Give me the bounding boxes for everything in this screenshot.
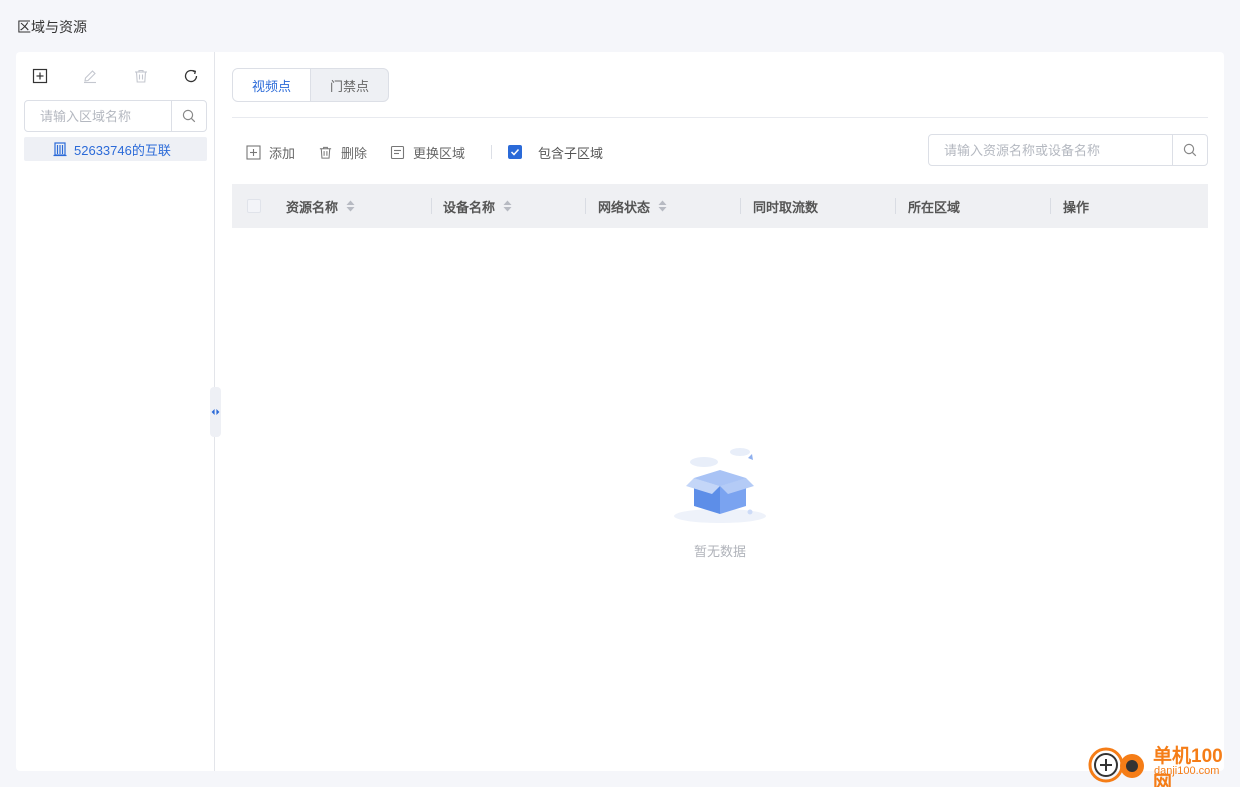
watermark-title: 单机100网 bbox=[1153, 746, 1223, 787]
sort-icon[interactable] bbox=[658, 200, 667, 212]
delete-area-button[interactable] bbox=[131, 66, 151, 86]
tabs-divider bbox=[232, 117, 1208, 118]
add-area-button[interactable] bbox=[30, 66, 50, 86]
delete-button-label: 删除 bbox=[341, 145, 368, 161]
add-button-label: 添加 bbox=[269, 145, 296, 161]
tab-access-points[interactable]: 门禁点 bbox=[311, 69, 388, 101]
check-icon bbox=[511, 148, 520, 156]
include-subarea-label: 包含子区域 bbox=[538, 145, 604, 161]
empty-box-icon bbox=[674, 448, 766, 523]
resource-search-button[interactable] bbox=[1172, 135, 1207, 165]
resource-panel: 视频点 门禁点 添加 删除 更换区域 包含子区域 请输入资源名称或设备名称 资源… bbox=[216, 52, 1224, 771]
column-header-area: 所在区域 bbox=[908, 184, 960, 228]
change-area-button[interactable]: 更换区域 bbox=[389, 143, 465, 162]
resource-tabs: 视频点 门禁点 bbox=[232, 68, 390, 102]
main-card: 52633746的互联 视频点 门禁点 添加 bbox=[16, 52, 1224, 771]
select-all-checkbox[interactable] bbox=[247, 199, 261, 213]
action-bar: 添加 删除 更换区域 包含子区域 bbox=[245, 142, 603, 162]
column-header-device-name[interactable]: 设备名称 bbox=[443, 184, 512, 228]
column-label: 资源名称 bbox=[286, 199, 339, 215]
add-button[interactable]: 添加 bbox=[245, 143, 295, 162]
action-divider bbox=[491, 145, 493, 159]
change-area-label: 更换区域 bbox=[413, 145, 466, 161]
trash-icon bbox=[135, 69, 147, 83]
column-separator bbox=[585, 198, 586, 214]
empty-state: 暂无数据 bbox=[670, 436, 770, 560]
tab-video-points[interactable]: 视频点 bbox=[233, 69, 312, 101]
include-subarea-checkbox[interactable] bbox=[508, 145, 523, 159]
area-search-box bbox=[24, 100, 207, 132]
tree-node-root[interactable]: 52633746的互联 bbox=[24, 137, 207, 161]
delete-button[interactable]: 删除 bbox=[317, 143, 367, 162]
tree-node-label: 52633746的互联 bbox=[74, 142, 171, 158]
area-tree-panel: 52633746的互联 bbox=[16, 52, 215, 771]
column-separator bbox=[1050, 198, 1051, 214]
table-header: 资源名称 设备名称 网络状态 同时取流数 所在区域 操作 bbox=[232, 184, 1208, 228]
trash-icon bbox=[319, 146, 331, 159]
page-title: 区域与资源 bbox=[17, 19, 87, 35]
sort-icon[interactable] bbox=[346, 200, 355, 212]
column-separator bbox=[895, 198, 896, 214]
site-watermark: 单机100网 danji100.com bbox=[1088, 741, 1238, 787]
area-search-button[interactable] bbox=[171, 101, 206, 131]
column-label: 同时取流数 bbox=[753, 199, 819, 215]
plus-square-icon bbox=[245, 144, 261, 160]
area-search-input[interactable] bbox=[25, 101, 171, 131]
column-header-stream-count: 同时取流数 bbox=[753, 184, 818, 228]
pencil-icon bbox=[84, 70, 96, 84]
column-header-network-status[interactable]: 网络状态 bbox=[598, 184, 667, 228]
plus-square-icon bbox=[32, 68, 48, 84]
resource-search-box bbox=[928, 134, 1208, 166]
search-icon bbox=[182, 109, 196, 123]
empty-state-text: 暂无数据 bbox=[693, 544, 746, 559]
column-header-operation: 操作 bbox=[1063, 184, 1089, 228]
column-label: 网络状态 bbox=[598, 199, 651, 215]
resource-search-input[interactable] bbox=[929, 135, 1172, 165]
building-icon bbox=[53, 142, 67, 157]
column-label: 设备名称 bbox=[443, 199, 496, 215]
watermark-logo-icon bbox=[1088, 747, 1144, 783]
refresh-tree-button[interactable] bbox=[181, 66, 201, 86]
edit-area-button[interactable] bbox=[80, 66, 100, 86]
column-separator bbox=[431, 198, 432, 214]
column-header-resource-name[interactable]: 资源名称 bbox=[286, 184, 355, 228]
refresh-icon bbox=[184, 69, 198, 83]
tree-toolbar bbox=[16, 66, 215, 86]
column-separator bbox=[740, 198, 741, 214]
column-label: 操作 bbox=[1063, 199, 1090, 215]
sort-icon[interactable] bbox=[503, 200, 512, 212]
watermark-url: danji100.com bbox=[1154, 765, 1220, 777]
document-icon bbox=[390, 145, 404, 159]
search-icon bbox=[1183, 143, 1197, 157]
column-label: 所在区域 bbox=[908, 199, 961, 215]
